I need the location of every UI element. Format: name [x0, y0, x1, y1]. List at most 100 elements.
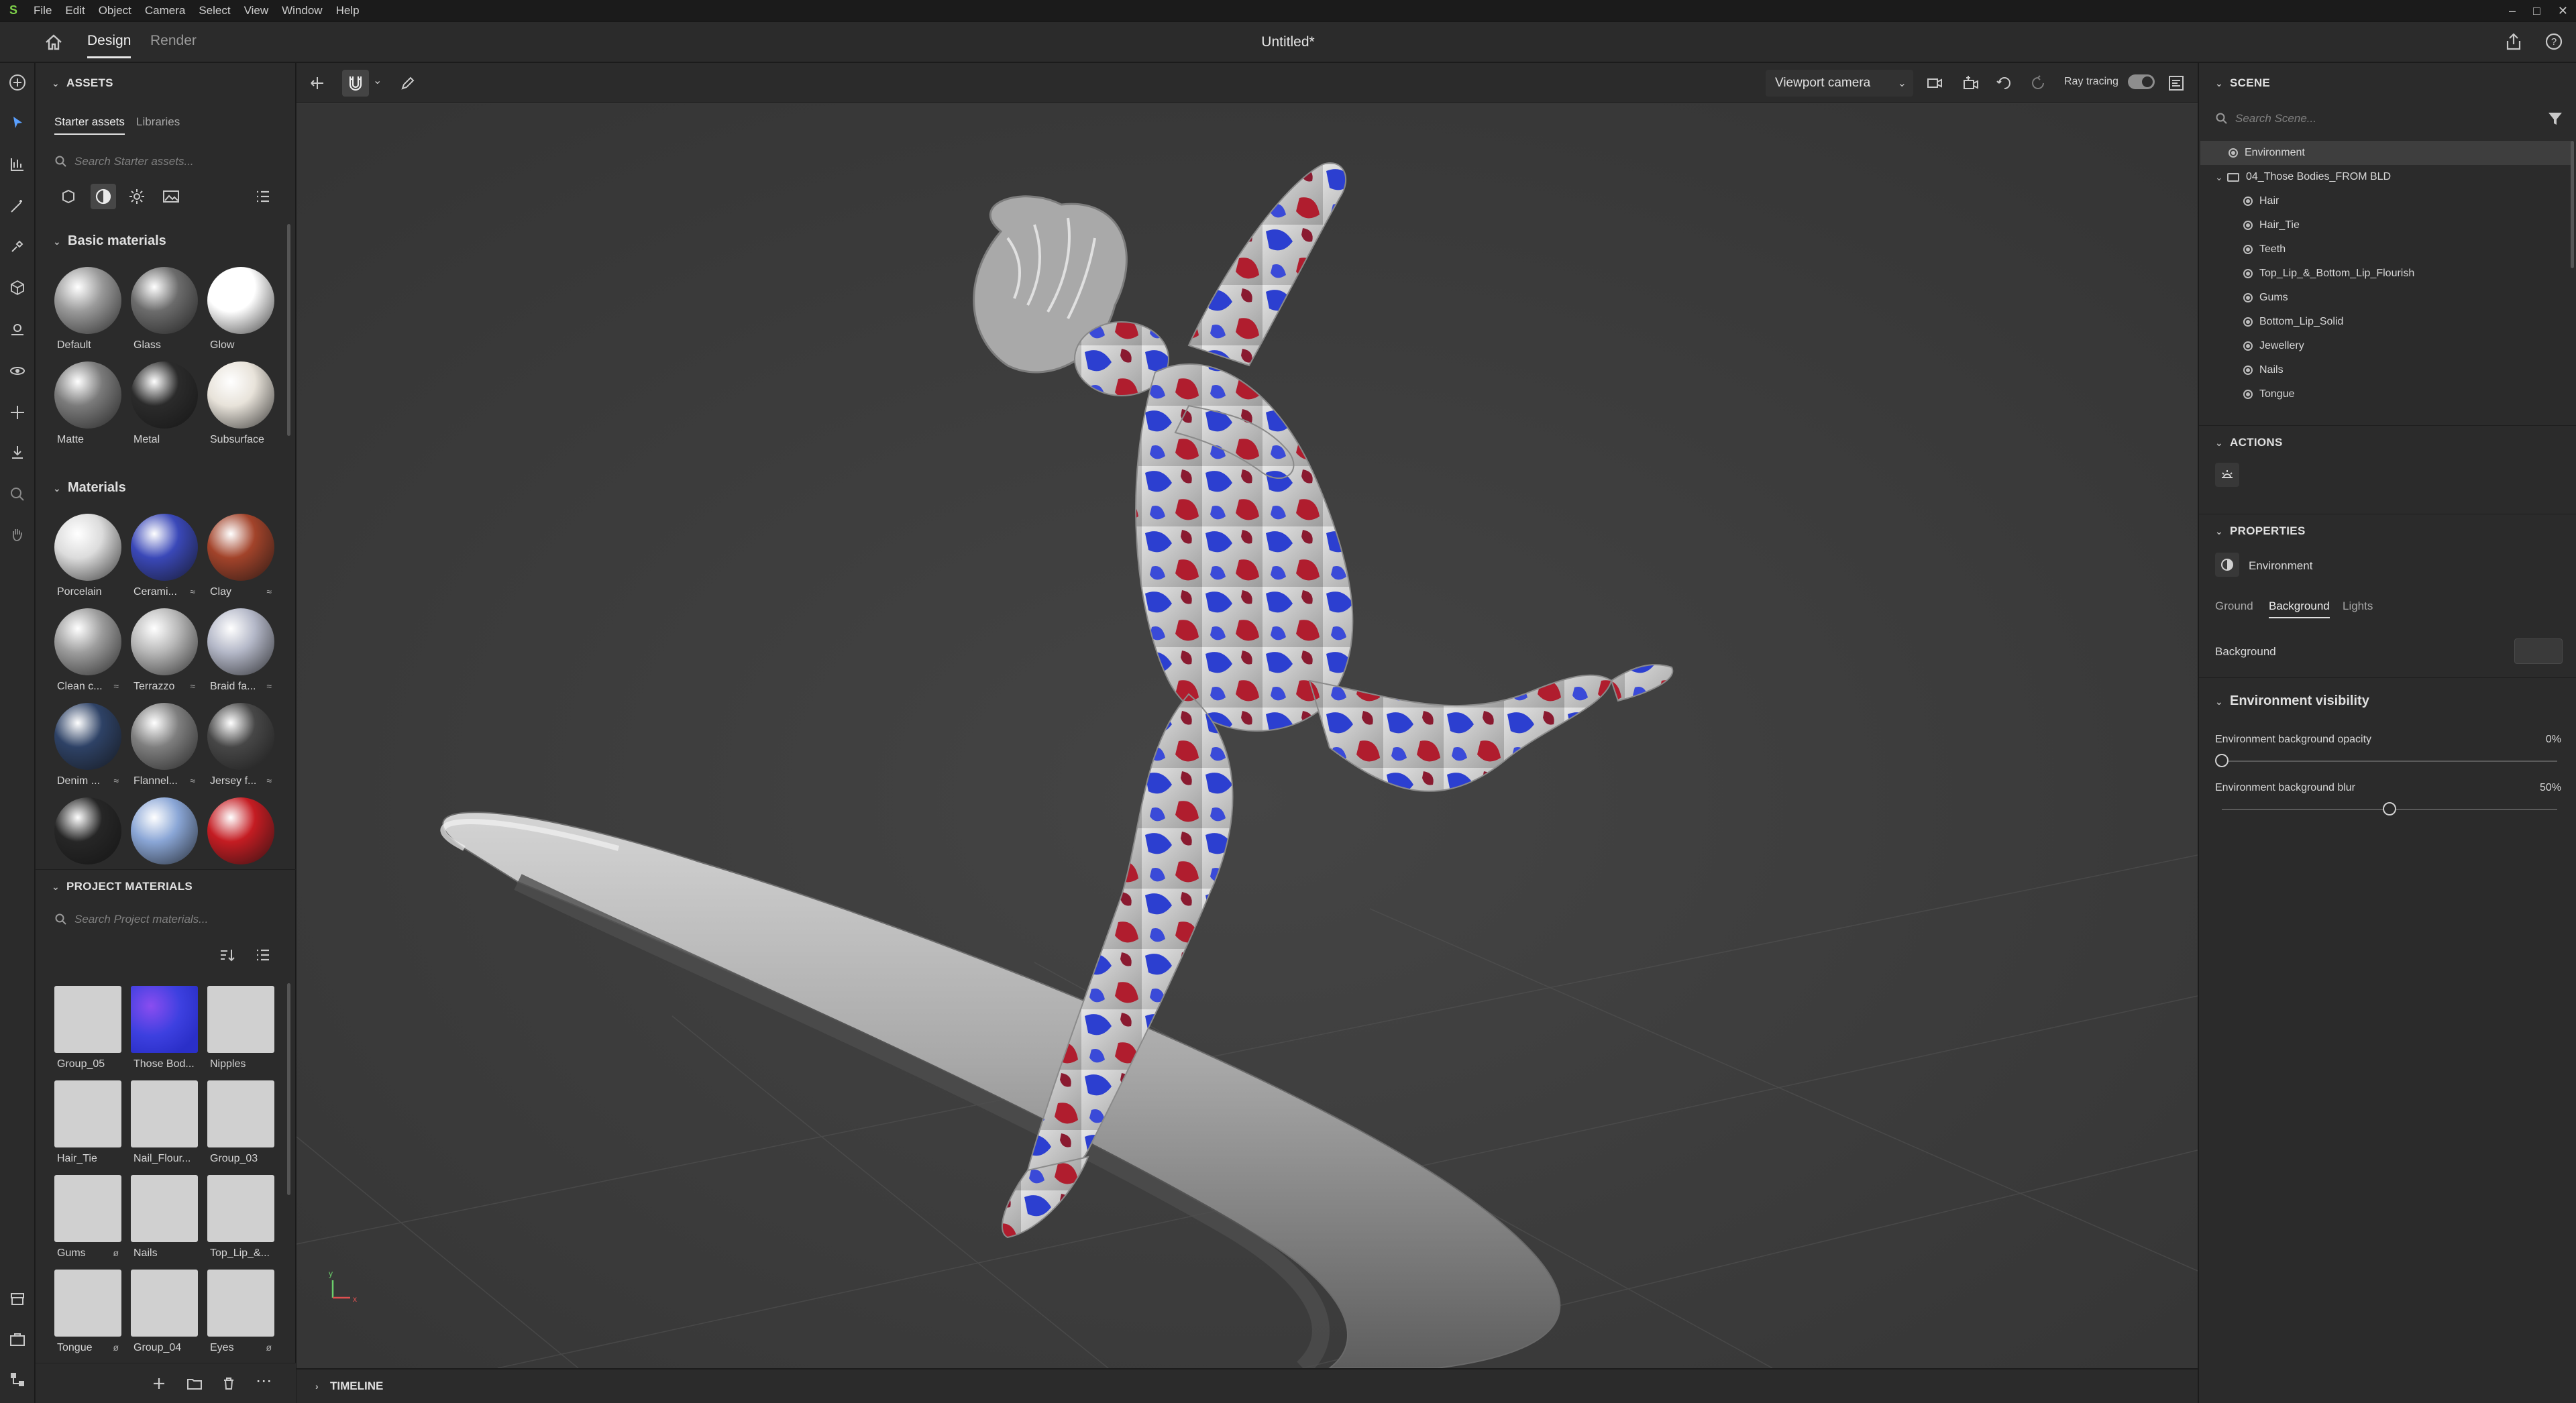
material-swatch[interactable]: Subsurface — [206, 361, 276, 455]
chevron-down-icon[interactable]: ⌄ — [2215, 172, 2227, 183]
edit-icon[interactable] — [400, 75, 416, 91]
opacity-slider-knob[interactable] — [2215, 754, 2229, 767]
blur-slider-knob[interactable] — [2383, 802, 2396, 816]
scene-header[interactable]: ⌄ SCENE — [2215, 76, 2270, 90]
material-swatch[interactable] — [129, 797, 199, 891]
material-swatch[interactable]: Glow — [206, 267, 276, 361]
menu-object[interactable]: Object — [92, 4, 138, 17]
material-swatch[interactable]: Braid fa... ≈ — [206, 608, 276, 702]
tab-libraries[interactable]: Libraries — [136, 115, 180, 129]
transform-icon[interactable] — [309, 75, 326, 91]
project-material-swatch[interactable]: Those Bod... — [129, 986, 199, 1080]
project-material-swatch[interactable]: Nails — [129, 1175, 199, 1269]
actions-header[interactable]: ⌄ ACTIONS — [2215, 436, 2283, 449]
opacity-value[interactable]: 0% — [2494, 734, 2561, 746]
menu-file[interactable]: File — [27, 4, 58, 17]
close-icon[interactable]: ✕ — [2558, 4, 2568, 18]
add-icon[interactable] — [151, 1376, 167, 1392]
scene-tree-row[interactable]: Teeth — [2200, 237, 2571, 262]
material-swatch[interactable]: Clay ≈ — [206, 514, 276, 608]
scene-tree-row[interactable]: Hair_Tie — [2200, 213, 2571, 237]
materials-filter-button[interactable] — [91, 184, 116, 209]
scene-tree-row[interactable]: Jewellery — [2200, 334, 2571, 358]
rotate-camera-icon[interactable] — [1995, 74, 2014, 93]
material-swatch[interactable]: Matte — [53, 361, 123, 455]
sort-icon[interactable] — [218, 947, 235, 963]
list-view-icon[interactable] — [254, 188, 272, 205]
maximize-icon[interactable]: □ — [2533, 4, 2540, 18]
camera-bookmark-icon[interactable] — [1925, 74, 1944, 93]
env-visibility-header[interactable]: ⌄ Environment visibility — [2215, 693, 2369, 709]
zoom-icon[interactable] — [9, 486, 26, 503]
menu-select[interactable]: Select — [192, 4, 237, 17]
hierarchy-icon[interactable] — [9, 1371, 26, 1388]
timeline-bar[interactable]: › TIMELINE — [297, 1369, 2198, 1403]
filter-icon[interactable] — [2546, 110, 2564, 127]
magic-wand-icon[interactable] — [9, 197, 26, 215]
orbit-icon[interactable] — [9, 362, 26, 380]
tab-background[interactable]: Background — [2269, 600, 2330, 618]
starter-assets-search[interactable]: Search Starter assets... — [54, 149, 276, 174]
scene-tree-row[interactable]: Environment — [2200, 141, 2571, 165]
menu-window[interactable]: Window — [275, 4, 329, 17]
minimize-icon[interactable]: – — [2509, 4, 2516, 18]
background-color-swatch[interactable] — [2514, 638, 2563, 664]
material-swatch[interactable]: Cerami... ≈ — [129, 514, 199, 608]
project-material-swatch[interactable]: Hair_Tie — [53, 1080, 123, 1174]
images-filter-icon[interactable] — [162, 188, 180, 205]
assets-header[interactable]: ⌄ ASSETS — [52, 76, 113, 90]
share-icon[interactable] — [2504, 32, 2524, 56]
folder-icon[interactable] — [186, 1376, 203, 1392]
material-swatch[interactable]: Default — [53, 267, 123, 361]
material-swatch[interactable]: Jersey f... ≈ — [206, 703, 276, 797]
project-material-swatch[interactable]: Tongue ø — [53, 1270, 123, 1363]
light-tool-icon[interactable] — [9, 321, 26, 338]
action-button[interactable] — [2215, 463, 2239, 487]
project-material-swatch[interactable]: Nipples — [206, 986, 276, 1080]
list-view-icon[interactable] — [254, 947, 272, 963]
scene-tree-row[interactable]: Top_Lip_&_Bottom_Lip_Flourish — [2200, 262, 2571, 286]
viewport-scene[interactable]: y x — [297, 104, 2198, 1368]
material-swatch[interactable]: Flannel... ≈ — [129, 703, 199, 797]
select-tool-icon[interactable] — [9, 114, 26, 131]
add-icon[interactable] — [9, 74, 26, 91]
project-materials-search[interactable]: Search Project materials... — [54, 907, 276, 932]
material-swatch[interactable] — [53, 797, 123, 891]
material-swatch[interactable]: Porcelain — [53, 514, 123, 608]
basic-materials-header[interactable]: ⌄ Basic materials — [53, 233, 166, 249]
cube-icon[interactable] — [9, 279, 26, 296]
chevron-down-icon[interactable]: ⌄ — [373, 74, 382, 87]
trash-icon[interactable] — [221, 1376, 237, 1392]
scene-tree-row[interactable]: Tongue — [2200, 382, 2571, 406]
align-tool-icon[interactable] — [9, 156, 26, 173]
properties-header[interactable]: ⌄ PROPERTIES — [2215, 524, 2306, 538]
render-settings-icon[interactable] — [2167, 74, 2186, 93]
menu-help[interactable]: Help — [329, 4, 366, 17]
material-swatch[interactable]: Clean c... ≈ — [53, 608, 123, 702]
lights-filter-icon[interactable] — [128, 188, 146, 205]
scene-search[interactable]: Search Scene... — [2215, 106, 2537, 131]
snap-button[interactable] — [342, 70, 369, 97]
add-camera-icon[interactable] — [1962, 74, 1980, 93]
ray-tracing-toggle[interactable] — [2128, 74, 2155, 89]
models-filter-icon[interactable] — [60, 188, 77, 205]
viewport[interactable]: ⌄ Viewport camera ⌄ Ray tracing y x — [297, 63, 2198, 1368]
scene-tree-row[interactable]: Hair — [2200, 189, 2571, 213]
scene-tree-row[interactable]: ⌄ 04_Those Bodies_FROM BLD — [2200, 165, 2571, 189]
toolbox-icon[interactable] — [9, 1331, 26, 1348]
blur-value[interactable]: 50% — [2494, 782, 2561, 794]
scene-tree-row[interactable]: Gums — [2200, 286, 2571, 310]
project-materials-header[interactable]: ⌄ PROJECT MATERIALS — [52, 880, 193, 893]
scene-tree-row[interactable]: Nails — [2200, 358, 2571, 382]
menu-edit[interactable]: Edit — [58, 4, 91, 17]
scene-tree-row[interactable]: Bottom_Lip_Solid — [2200, 310, 2571, 334]
help-icon[interactable]: ? — [2544, 32, 2564, 56]
material-swatch[interactable]: Glass — [129, 267, 199, 361]
menu-view[interactable]: View — [237, 4, 276, 17]
project-scrollbar[interactable] — [287, 983, 290, 1195]
paint-tool-icon[interactable] — [9, 237, 26, 255]
material-swatch[interactable]: Denim ... ≈ — [53, 703, 123, 797]
project-material-swatch[interactable]: Eyes ø — [206, 1270, 276, 1363]
scene-scrollbar[interactable] — [2571, 141, 2574, 268]
opacity-slider-track[interactable] — [2222, 761, 2557, 762]
